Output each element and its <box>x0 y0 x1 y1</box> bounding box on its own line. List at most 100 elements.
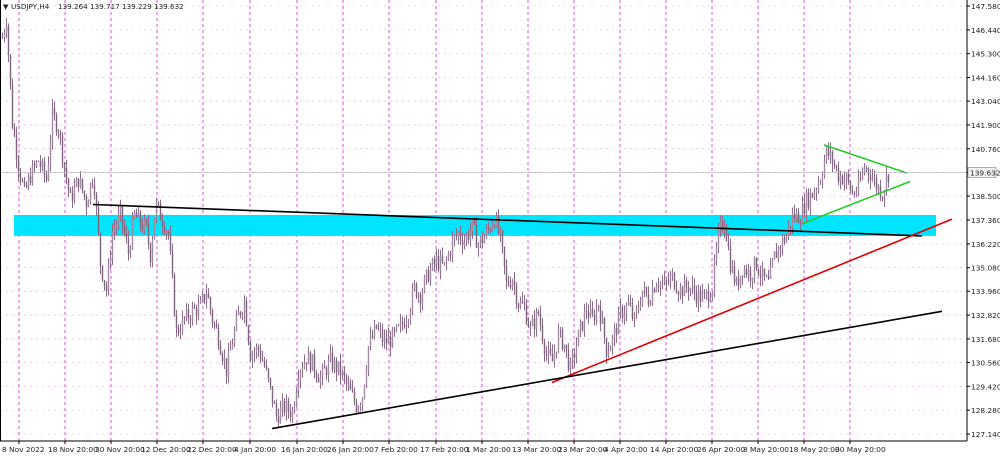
candle-body <box>449 253 452 256</box>
candle-body <box>407 320 410 323</box>
candle-body <box>387 336 390 344</box>
x-tick-label: 22 Dec 20:00 <box>187 445 237 454</box>
y-tick-label: 144.160 <box>971 74 1000 83</box>
candle-body <box>651 288 654 304</box>
candle-body <box>567 349 570 371</box>
candle-body <box>533 318 536 330</box>
candle-body <box>359 404 362 407</box>
candle-body <box>133 211 136 219</box>
candle-body <box>169 233 172 252</box>
candle-body <box>767 276 770 280</box>
candle-body <box>453 235 456 239</box>
candle-body <box>565 344 568 350</box>
candle-body <box>799 222 802 224</box>
candle-body <box>103 280 106 285</box>
candle-body <box>77 178 80 188</box>
candle-body <box>847 174 850 182</box>
candle-body <box>689 288 692 292</box>
candle-body <box>297 379 300 392</box>
candle-body <box>671 272 674 277</box>
candle-body <box>845 174 848 180</box>
candle-body <box>781 237 784 249</box>
candle-body <box>599 305 602 324</box>
candle-body <box>245 300 248 327</box>
candle-body <box>267 368 270 379</box>
candle-body <box>253 351 256 354</box>
candle-body <box>703 292 706 294</box>
candle-body <box>345 376 348 384</box>
candle-body <box>807 192 810 208</box>
candle-body <box>251 353 254 361</box>
candle-body <box>317 378 320 383</box>
candle-body <box>521 301 524 304</box>
candle-body <box>97 207 100 234</box>
candle-body <box>411 288 414 311</box>
candle-body <box>447 253 450 260</box>
candle-body <box>415 283 418 298</box>
candle-body <box>157 202 160 204</box>
candle-body <box>443 262 446 264</box>
x-tick-label: 7 Feb 20:00 <box>374 445 418 454</box>
candle-body <box>179 332 182 334</box>
candle-body <box>375 325 378 329</box>
y-tick-label: 137.360 <box>971 216 1000 225</box>
candle-body <box>249 342 252 361</box>
x-tick-label: 1 Mar 20:00 <box>466 445 511 454</box>
candle-body <box>619 306 622 312</box>
candle-body <box>621 306 624 319</box>
candle-body <box>221 354 224 361</box>
ohlc-values: 139.264 139.717 139.229 139.632 <box>58 2 184 11</box>
candle-body <box>701 292 704 302</box>
y-tick-label: 143.040 <box>971 97 1000 106</box>
candle-body <box>737 278 740 287</box>
candle-body <box>301 368 304 372</box>
candle-body <box>699 289 702 302</box>
candle-body <box>395 325 398 331</box>
candle-body <box>613 327 616 338</box>
candle-body <box>853 193 856 195</box>
candle-body <box>385 337 388 344</box>
candle-body <box>777 246 780 258</box>
x-tick-label: 30 May 20:00 <box>835 445 886 454</box>
candle-body <box>255 346 258 352</box>
candle-body <box>615 327 618 335</box>
candle-body <box>745 268 748 276</box>
candle-body <box>399 321 402 326</box>
candle-body <box>193 306 196 309</box>
candle-body <box>87 200 90 208</box>
x-tick-label: 18 May 20:00 <box>789 445 840 454</box>
candle-body <box>209 297 212 311</box>
candle-body <box>637 308 640 310</box>
candle-body <box>627 301 630 305</box>
candle-body <box>187 308 190 319</box>
candle-body <box>147 223 150 244</box>
candle-body <box>141 225 144 231</box>
candle-body <box>155 202 158 218</box>
candle-body <box>563 344 566 350</box>
candle-body <box>601 318 604 324</box>
candle-body <box>639 305 642 309</box>
candle-body <box>583 310 586 331</box>
candle-body <box>319 377 322 383</box>
x-tick-label: 26 Apr 20:00 <box>697 445 745 454</box>
candle-body <box>873 177 876 179</box>
candle-body <box>495 216 498 226</box>
candle-body <box>759 274 762 278</box>
candle-body <box>519 301 522 308</box>
candle-body <box>227 350 230 377</box>
candle-body <box>167 231 170 234</box>
candle-body <box>413 283 416 289</box>
candle-body <box>367 346 370 371</box>
candle-body <box>505 266 508 281</box>
candle-body <box>299 371 302 380</box>
candle-body <box>717 227 720 248</box>
candle-body <box>173 274 176 316</box>
candle-body <box>91 183 94 185</box>
candle-body <box>693 285 696 293</box>
candle-body <box>543 341 546 354</box>
candle-body <box>553 353 556 362</box>
candle-body <box>351 389 354 392</box>
x-tick-label: 13 Mar 20:00 <box>512 445 562 454</box>
candle-body <box>877 185 880 190</box>
candle-body <box>59 132 62 136</box>
